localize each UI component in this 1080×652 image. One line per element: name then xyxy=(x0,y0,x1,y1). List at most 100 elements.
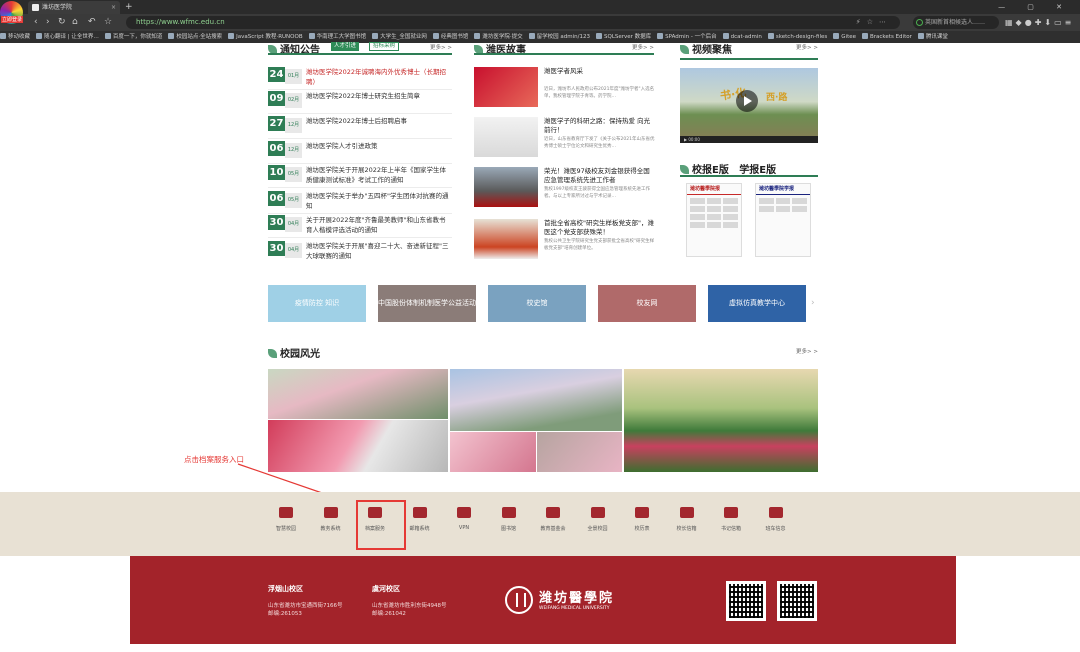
home-icon[interactable]: ⌂ xyxy=(72,14,78,31)
notice-item[interactable]: 10 05月 潍坊医学院关于开展2022年上半年《国家学生体质健康测试标准》考试工作… xyxy=(268,165,452,187)
banner-link[interactable]: 校友网 xyxy=(598,285,696,322)
forward-icon[interactable]: › xyxy=(46,14,50,31)
bookmark-icon xyxy=(104,33,111,39)
play-icon[interactable] xyxy=(736,90,758,112)
notice-item[interactable]: 30 04月 关于开展2022年度"齐鲁最美教师"和山东省教书育人楷模评选活动的通知 xyxy=(268,215,452,237)
date-month: 04月 xyxy=(285,243,302,258)
gallery-photo[interactable] xyxy=(450,369,622,431)
window-controls[interactable]: — ▢ ✕ xyxy=(998,0,1072,14)
gallery-photo[interactable] xyxy=(624,369,818,472)
bookmark-item[interactable]: Gitee xyxy=(833,31,856,43)
story-title[interactable]: 首批全省高校"研究生样板党支部"，潍医这个党支部获殊荣！ xyxy=(544,219,656,237)
banner-link[interactable]: 虚拟仿真教学中心 xyxy=(708,285,806,322)
bookmark-item[interactable]: Brackets Editor xyxy=(862,31,912,43)
notice-item[interactable]: 24 01月 潍坊医学院2022年诚聘海内外优秀博士（长期招聘） xyxy=(268,67,452,89)
gallery-photo[interactable] xyxy=(268,369,448,419)
banner-next-icon[interactable]: › xyxy=(811,298,815,308)
notice-title[interactable]: 潍坊医学院2022年博士研究生招生简章 xyxy=(306,91,452,101)
notice-item[interactable]: 06 05月 潍坊医学院关于举办"五四杯"学生团体对抗赛的通知 xyxy=(268,191,452,213)
notice-title[interactable]: 潍坊医学院2022年诚聘海内外优秀博士（长期招聘） xyxy=(306,67,452,87)
journal-thumbnail[interactable]: 潍坊醫學院学报 xyxy=(755,183,811,257)
bookmark-icon xyxy=(308,33,315,39)
notice-item[interactable]: 09 02月 潍坊医学院2022年博士研究生招生简章 xyxy=(268,91,452,113)
service-vpn[interactable]: VPN xyxy=(443,507,485,531)
story-title[interactable]: 荣光！潍医97级校友刘金银获得全国应急管理系统先进工作者 xyxy=(544,167,656,185)
service-database[interactable]: 智慧校园 xyxy=(265,507,307,532)
notices-more-link[interactable]: 更多> > xyxy=(430,43,452,51)
story-item[interactable]: 潍医学者风采 近日，潍坊市人民政府公布2021年度"潍坊学者"入选名单，我校管理学… xyxy=(474,67,654,111)
service-book[interactable]: 教务系统 xyxy=(310,507,352,532)
service-library[interactable]: 图书馆 xyxy=(488,507,530,532)
bookmark-icon xyxy=(833,33,840,39)
video-player[interactable]: 书·化 西·路 ▶ 00:00 xyxy=(680,68,818,143)
story-thumbnail[interactable] xyxy=(474,117,538,157)
service-letter[interactable]: 书记信箱 xyxy=(710,507,752,532)
gallery-photo[interactable] xyxy=(450,432,536,472)
notice-title[interactable]: 关于开展2022年度"齐鲁最美教师"和山东省教书育人楷模评选活动的通知 xyxy=(306,215,452,235)
banner-link[interactable]: 校史馆 xyxy=(488,285,586,322)
extension-icons[interactable]: ▦◆●✚⬇▭≡ xyxy=(1005,16,1074,29)
refresh-icon[interactable]: ↻ xyxy=(58,14,66,31)
notice-divider xyxy=(268,213,452,214)
bookmark-icon xyxy=(767,33,774,39)
url-actions-icon[interactable]: ⚡☆⋯ xyxy=(856,16,892,29)
tab-talent[interactable]: 人才引进 xyxy=(331,42,360,51)
banner-link[interactable]: 中国股份体制机制医学公益活动 xyxy=(378,285,476,322)
notice-title[interactable]: 潍坊医学院关于开展"喜迎二十大、奋进新征程"三大球联赛的通知 xyxy=(306,241,452,261)
bookmark-item[interactable]: SQLServer 数据库 xyxy=(596,31,651,43)
notice-title[interactable]: 潍坊医学院人才引进政策 xyxy=(306,141,452,151)
bookmark-label: 校园站点·全站搜索 xyxy=(176,34,223,40)
story-title[interactable]: 潍医学者风采 xyxy=(544,67,656,76)
envelope-icon xyxy=(679,507,694,518)
video-controls[interactable]: ▶ 00:00 xyxy=(680,136,818,143)
bookmark-item[interactable]: 随心翻译 | 让全世界… xyxy=(36,31,99,43)
stories-more-link[interactable]: 更多> > xyxy=(632,43,654,51)
notice-title[interactable]: 潍坊医学院关于举办"五四杯"学生团体对抗赛的通知 xyxy=(306,191,452,211)
bookmark-item[interactable]: 移动收藏 xyxy=(0,31,30,43)
login-badge[interactable]: 立即登录 xyxy=(1,16,24,23)
notice-item[interactable]: 06 12月 潍坊医学院人才引进政策 xyxy=(268,141,452,163)
browser-tab[interactable]: 潍坊医学院 × xyxy=(28,1,120,14)
star-icon[interactable]: ☆ xyxy=(104,14,112,31)
service-calendar[interactable]: 校历表 xyxy=(621,507,663,532)
browser-logo-icon[interactable]: 立即登录 xyxy=(0,1,24,24)
gallery-photo[interactable] xyxy=(537,432,622,472)
service-bus[interactable]: 班车信息 xyxy=(755,507,797,532)
tab-close-icon[interactable]: × xyxy=(111,1,116,14)
browser-search-input[interactable]: 英国新首相候选人…… xyxy=(913,16,999,29)
school-paper-thumbnail[interactable]: 潍坊醫學院报 xyxy=(686,183,742,257)
banner-link[interactable]: 疫情防控 知识 xyxy=(268,285,366,322)
story-item[interactable]: 首批全省高校"研究生样板党支部"，潍医这个党支部获殊荣！ 我校公共卫生学院研究生党… xyxy=(474,219,654,263)
new-tab-button[interactable]: + xyxy=(125,0,133,14)
undo-icon[interactable]: ↶ xyxy=(88,14,96,31)
back-icon[interactable]: ‹ xyxy=(34,14,38,31)
story-thumbnail[interactable] xyxy=(474,167,538,207)
story-thumbnail[interactable] xyxy=(474,67,538,107)
browser-tab-bar xyxy=(0,0,1080,14)
bookmark-item[interactable]: 腾讯课堂 xyxy=(917,31,948,43)
bookmark-item[interactable]: 经典图书馆 xyxy=(432,31,468,43)
story-item[interactable]: 荣光！潍医97级校友刘金银获得全国应急管理系统先进工作者 我校1997级校友王骏获… xyxy=(474,167,654,211)
bookmark-icon xyxy=(432,33,439,39)
campus-postcode: 邮编:261042 xyxy=(372,611,406,617)
notice-item[interactable]: 30 04月 潍坊医学院关于开展"喜迎二十大、奋进新征程"三大球联赛的通知 xyxy=(268,241,452,263)
service-envelope[interactable]: 校长信箱 xyxy=(666,507,708,532)
story-item[interactable]: 潍医学子的科研之路：保持热爱 向光前行！ 近日，山东省教育厅下发了《关于公布202… xyxy=(474,117,654,161)
bookmark-item[interactable]: 留学校园 admin/123 xyxy=(528,31,590,43)
story-title[interactable]: 潍医学子的科研之路：保持热爱 向光前行！ xyxy=(544,117,656,135)
service-location[interactable]: 全景校园 xyxy=(577,507,619,532)
url-input[interactable]: https://www.wfmc.edu.cn ⚡☆⋯ xyxy=(126,16,900,29)
database-icon xyxy=(279,507,293,518)
notice-title[interactable]: 潍坊医学院2022年博士后招聘启事 xyxy=(306,116,452,126)
bookmark-item[interactable]: 校园站点·全站搜索 xyxy=(168,31,222,43)
story-thumbnail[interactable] xyxy=(474,219,538,259)
notice-item[interactable]: 27 12月 潍坊医学院2022年博士后招聘启事 xyxy=(268,116,452,138)
notice-title[interactable]: 潍坊医学院关于开展2022年上半年《国家学生体质健康测试标准》考试工作的通知 xyxy=(306,165,452,185)
bookmark-item[interactable]: sketch-design-files xyxy=(767,31,827,43)
video-more-link[interactable]: 更多> > xyxy=(796,43,818,51)
date-day: 24 xyxy=(268,67,285,82)
tab-procurement[interactable]: 招标采购 xyxy=(369,42,400,51)
gallery-more-link[interactable]: 更多> > xyxy=(796,347,818,355)
bookmark-item[interactable]: 百度一下，你就知道 xyxy=(104,31,162,43)
service-graduation-cap[interactable]: 教育基金会 xyxy=(532,507,574,532)
